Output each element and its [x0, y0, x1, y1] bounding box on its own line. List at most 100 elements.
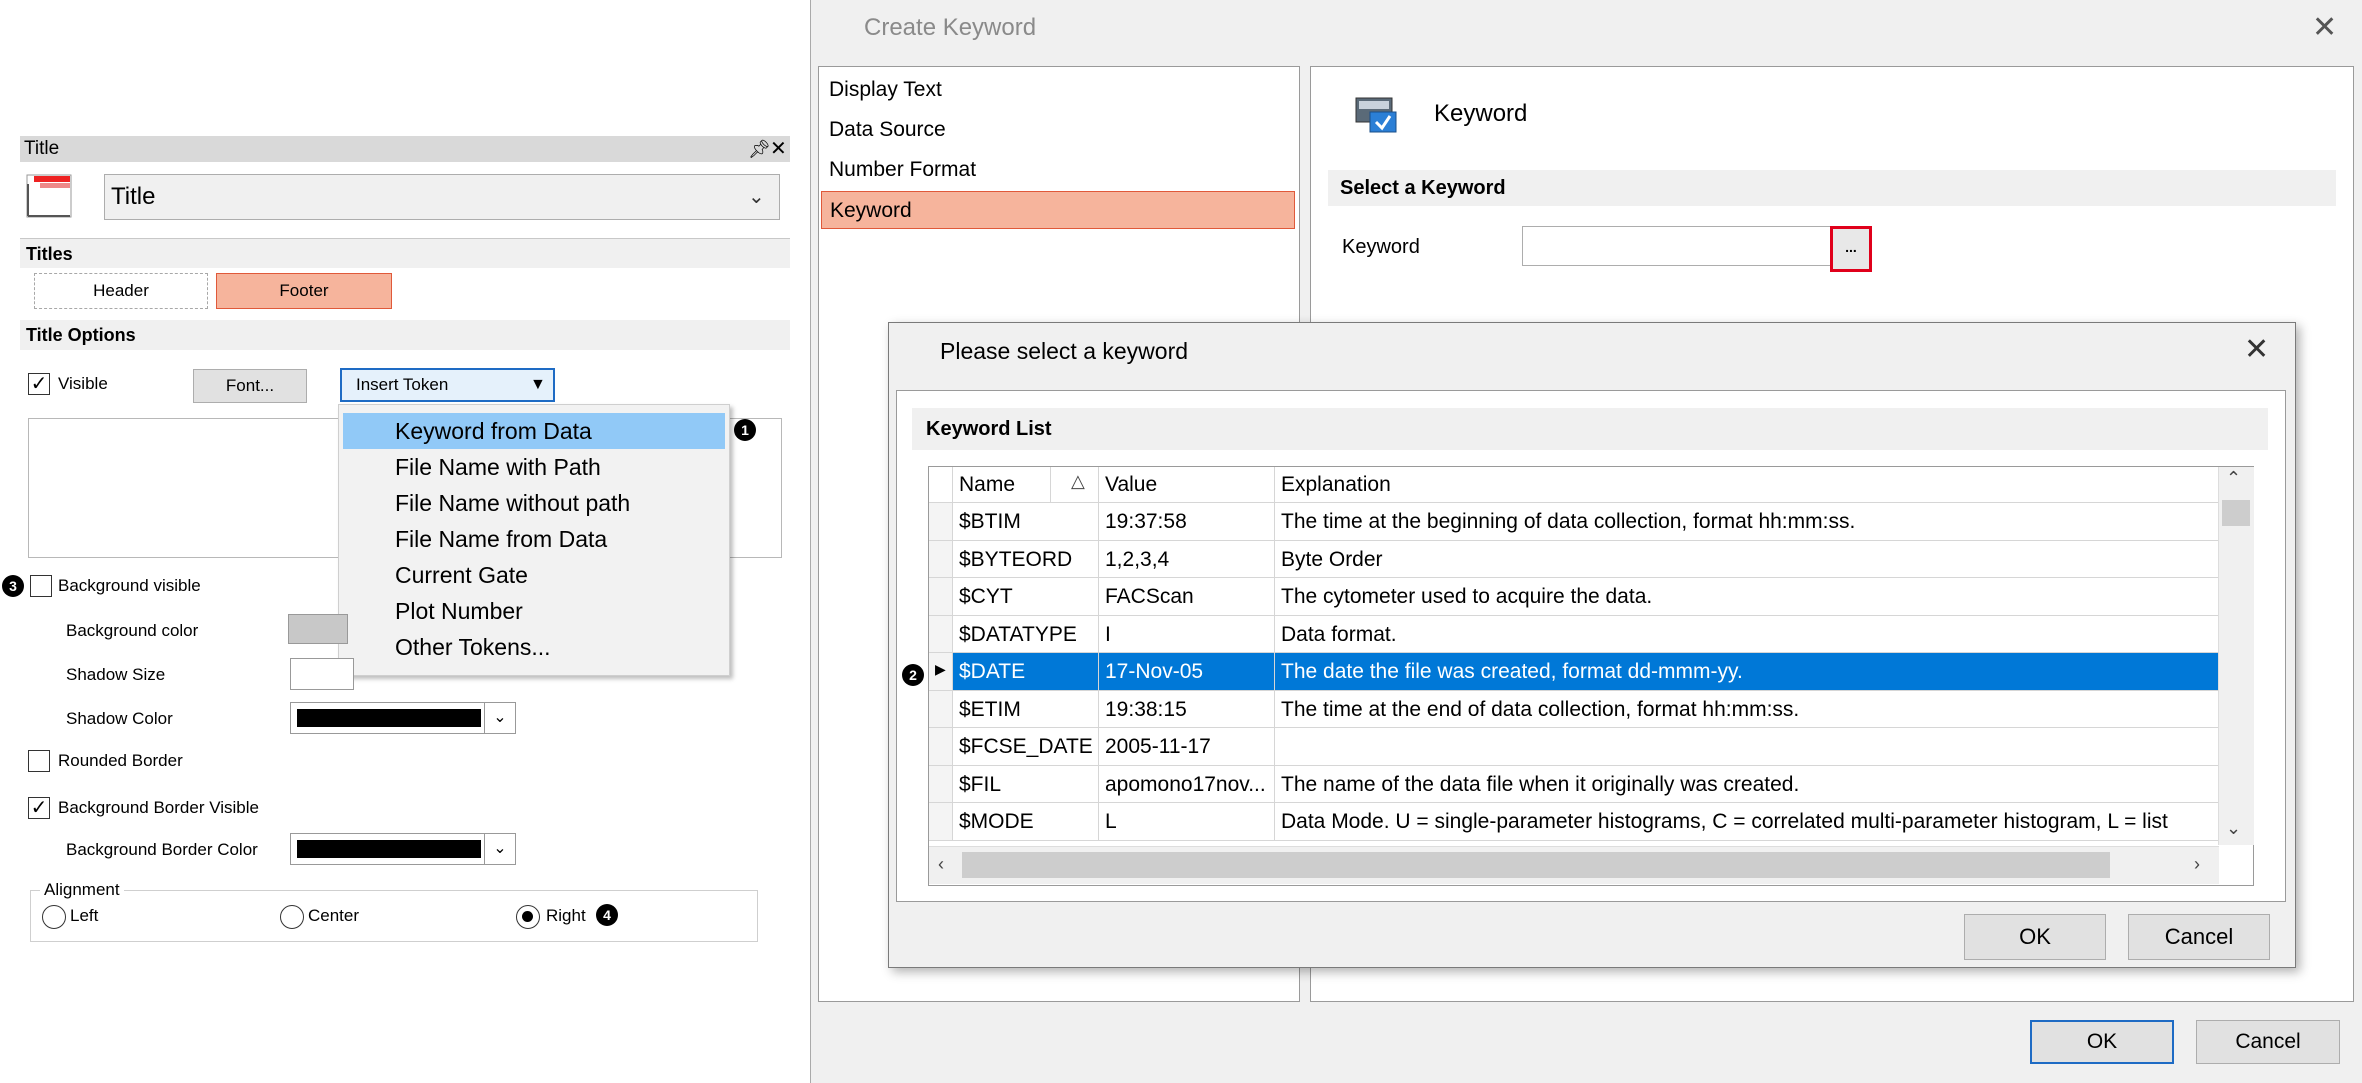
menu-item-file-name-with-path[interactable]: File Name with Path — [343, 449, 725, 485]
title-panel-titlebar: Title — [20, 136, 790, 162]
cell-name[interactable]: $CYT — [953, 578, 1099, 616]
background-visible-checkbox[interactable] — [30, 575, 52, 597]
cell-explanation[interactable]: The cytometer used to acquire the data. — [1275, 578, 2219, 616]
chevron-down-icon[interactable]: ⌄ — [748, 174, 765, 220]
row-header[interactable] — [929, 503, 953, 541]
cell-name[interactable]: $FIL — [953, 765, 1099, 803]
caret-down-icon[interactable]: ▼ — [530, 368, 546, 402]
category-item-data-source[interactable]: Data Source — [821, 111, 1295, 149]
keyword-icon — [1355, 97, 1397, 133]
callout-badge-4: 4 — [596, 904, 618, 926]
menu-item-keyword-from-data[interactable]: Keyword from Data — [343, 413, 725, 449]
cell-explanation[interactable]: The name of the data file when it origin… — [1275, 765, 2219, 803]
callout-badge-1: 1 — [734, 419, 756, 441]
cell-value[interactable]: I — [1099, 615, 1275, 653]
cell-value[interactable]: 19:37:58 — [1099, 503, 1275, 541]
create-keyword-title: Create Keyword — [864, 14, 1037, 41]
background-border-visible-checkbox[interactable]: ✓ — [28, 797, 50, 819]
keyword-list-header: Keyword List — [912, 408, 2268, 450]
panel-close-icon[interactable]: ✕ — [770, 136, 787, 162]
alignment-right-radio[interactable] — [516, 905, 540, 929]
header-button[interactable]: Header — [34, 273, 208, 309]
vertical-scroll-thumb[interactable] — [2222, 500, 2250, 526]
keyword-grid: Name △ Value Explanation $BTIM 19:37:58 Th… — [928, 466, 2254, 886]
row-header[interactable]: ▶ — [929, 653, 953, 691]
menu-item-file-name-from-data[interactable]: File Name from Data — [343, 521, 725, 557]
horizontal-scroll-thumb[interactable] — [962, 852, 2110, 878]
font-button[interactable]: Font... — [193, 369, 307, 403]
ok-button[interactable]: OK — [2030, 1020, 2174, 1064]
browse-keyword-button[interactable]: ... — [1830, 226, 1872, 272]
cell-name[interactable]: $BYTEORD — [953, 540, 1099, 578]
select-keyword-ok-button[interactable]: OK — [1964, 914, 2106, 960]
cell-explanation[interactable]: Data format. — [1275, 615, 2219, 653]
dialog-close-icon[interactable]: ✕ — [2312, 10, 2337, 45]
column-header-value[interactable]: Value — [1099, 467, 1275, 503]
select-keyword-cancel-button[interactable]: Cancel — [2128, 914, 2270, 960]
cell-explanation[interactable] — [1275, 728, 2219, 766]
row-header[interactable] — [929, 728, 953, 766]
alignment-left-radio[interactable] — [42, 905, 66, 929]
chevron-down-icon[interactable]: ⌄ — [484, 834, 515, 864]
insert-token-dropdown[interactable]: Insert Token — [340, 368, 555, 402]
cell-name[interactable]: $ETIM — [953, 690, 1099, 728]
cell-explanation[interactable]: The time at the end of data collection, … — [1275, 690, 2219, 728]
cell-name[interactable]: $DATATYPE — [953, 615, 1099, 653]
scroll-left-icon[interactable]: ‹ — [938, 854, 944, 875]
cell-explanation[interactable]: The date the file was created, format dd… — [1275, 653, 2219, 691]
titles-section-header: Titles — [20, 238, 790, 268]
alignment-left-label: Left — [70, 906, 99, 925]
shadow-color-dropdown[interactable]: ⌄ — [290, 702, 516, 734]
title-element-select[interactable]: Title — [104, 174, 780, 220]
scroll-down-icon[interactable]: ⌄ — [2226, 818, 2241, 839]
scroll-up-icon[interactable]: ⌃ — [2226, 468, 2241, 489]
row-header[interactable] — [929, 765, 953, 803]
background-border-color-dropdown[interactable]: ⌄ — [290, 833, 516, 865]
menu-item-other-tokens[interactable]: Other Tokens... — [343, 629, 725, 665]
cell-name[interactable]: $DATE — [953, 653, 1099, 691]
cell-value[interactable]: apomono17nov... — [1099, 765, 1275, 803]
cell-name[interactable]: $MODE — [953, 803, 1099, 841]
cell-value[interactable]: 19:38:15 — [1099, 690, 1275, 728]
shadow-size-input[interactable] — [290, 658, 354, 690]
cell-value[interactable]: 17-Nov-05 — [1099, 653, 1275, 691]
visible-checkbox[interactable]: ✓ — [28, 373, 50, 395]
column-header-name[interactable]: Name — [953, 467, 1051, 503]
row-header[interactable] — [929, 803, 953, 841]
cell-value[interactable]: 2005-11-17 — [1099, 728, 1275, 766]
row-header[interactable] — [929, 578, 953, 616]
menu-item-plot-number[interactable]: Plot Number — [343, 593, 725, 629]
menu-item-current-gate[interactable]: Current Gate — [343, 557, 725, 593]
footer-button[interactable]: Footer — [216, 273, 392, 309]
category-item-display-text[interactable]: Display Text — [821, 71, 1295, 109]
menu-item-file-name-without-path[interactable]: File Name without path — [343, 485, 725, 521]
insert-token-menu: Keyword from Data File Name with Path Fi… — [338, 404, 730, 676]
column-header-explanation[interactable]: Explanation — [1275, 467, 2219, 503]
select-keyword-close-icon[interactable]: ✕ — [2244, 332, 2269, 367]
category-item-keyword[interactable]: Keyword — [821, 191, 1295, 229]
pin-icon[interactable]: 📌︎ — [748, 136, 771, 162]
cell-name[interactable]: $BTIM — [953, 503, 1099, 541]
cell-value[interactable]: L — [1099, 803, 1275, 841]
row-header[interactable] — [929, 540, 953, 578]
cell-name[interactable]: $FCSE_DATE — [953, 728, 1099, 766]
cancel-button[interactable]: Cancel — [2196, 1020, 2340, 1064]
row-header[interactable] — [929, 615, 953, 653]
cell-explanation[interactable]: Data Mode. U = single-parameter histogra… — [1275, 803, 2219, 841]
scroll-right-icon[interactable]: › — [2194, 854, 2200, 875]
shadow-color-label: Shadow Color — [66, 709, 173, 728]
category-item-number-format[interactable]: Number Format — [821, 151, 1295, 189]
cell-explanation[interactable]: The time at the beginning of data collec… — [1275, 503, 2219, 541]
chevron-down-icon[interactable]: ⌄ — [484, 703, 515, 733]
alignment-center-radio[interactable] — [280, 905, 304, 929]
cell-explanation[interactable]: Byte Order — [1275, 540, 2219, 578]
title-options-section-header: Title Options — [20, 320, 790, 350]
visible-label: Visible — [58, 374, 108, 393]
alignment-label: Alignment — [40, 879, 124, 901]
keyword-input[interactable] — [1522, 226, 1834, 266]
cell-value[interactable]: FACScan — [1099, 578, 1275, 616]
cell-value[interactable]: 1,2,3,4 — [1099, 540, 1275, 578]
background-color-picker[interactable] — [288, 614, 348, 644]
rounded-border-checkbox[interactable] — [28, 750, 50, 772]
row-header[interactable] — [929, 690, 953, 728]
